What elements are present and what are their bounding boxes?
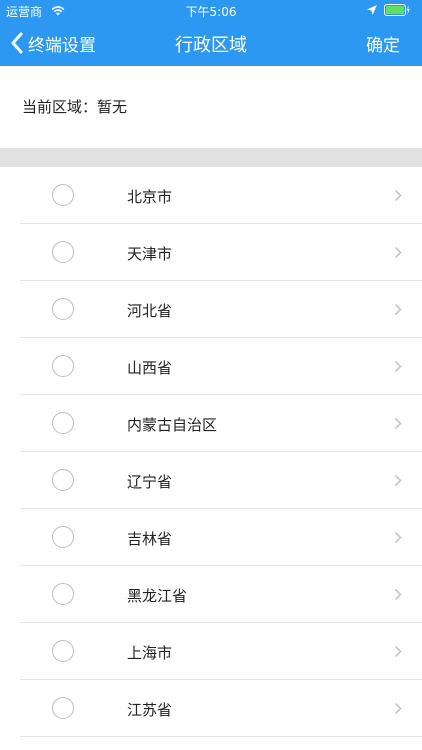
chevron-right-icon: [394, 531, 402, 544]
current-region-text: 当前区域：暂无: [22, 98, 128, 116]
list-item-label: 北京市: [127, 188, 173, 206]
list-item[interactable]: 内蒙古自治区: [0, 395, 422, 452]
list-item-label: 河北省: [127, 302, 173, 320]
radio-button[interactable]: [52, 412, 74, 434]
list-item[interactable]: 北京市: [0, 167, 422, 224]
header-bar: 运营商 下午5:06 终端设置 行政区域 确定: [0, 0, 422, 66]
list-item-label: 山西省: [127, 359, 173, 377]
list-item-label: 黑龙江省: [127, 587, 188, 605]
list-item-label: 上海市: [127, 644, 173, 662]
list-item-label: 内蒙古自治区: [127, 416, 218, 434]
radio-button[interactable]: [52, 640, 74, 662]
radio-button[interactable]: [52, 298, 74, 320]
chevron-right-icon: [394, 588, 402, 601]
list-item-label: 吉林省: [127, 530, 173, 548]
chevron-right-icon: [394, 417, 402, 430]
navigation-bar: 终端设置 行政区域 确定: [0, 20, 422, 66]
page-title: 行政区域: [175, 35, 247, 56]
list-item[interactable]: 吉林省: [0, 509, 422, 566]
list-item-label: 江苏省: [127, 701, 173, 719]
chevron-right-icon: [394, 702, 402, 715]
list-item[interactable]: 黑龙江省: [0, 566, 422, 623]
radio-button[interactable]: [52, 583, 74, 605]
list-item-label: 天津市: [127, 245, 173, 263]
chevron-right-icon: [394, 645, 402, 658]
list-item[interactable]: 河北省: [0, 281, 422, 338]
chevron-right-icon: [394, 360, 402, 373]
status-bar: 运营商 下午5:06: [0, 0, 422, 20]
current-region-section: 当前区域：暂无: [0, 66, 422, 148]
battery-icon: [384, 4, 410, 16]
radio-button[interactable]: [52, 697, 74, 719]
region-list: 北京市 天津市 河北省 山西省 内蒙古自治区 辽宁省 吉林省 黑龙江省 上海市 …: [0, 167, 422, 737]
list-item[interactable]: 天津市: [0, 224, 422, 281]
list-item[interactable]: 辽宁省: [0, 452, 422, 509]
radio-button[interactable]: [52, 526, 74, 548]
section-divider: [0, 148, 422, 167]
chevron-right-icon: [394, 189, 402, 202]
screen: 运营商 下午5:06 终端设置 行政区域 确定 当前区域：暂无 北京市 天津市 …: [0, 0, 422, 750]
chevron-right-icon: [394, 474, 402, 487]
chevron-right-icon: [394, 303, 402, 316]
list-item[interactable]: 上海市: [0, 623, 422, 680]
list-item-label: 辽宁省: [127, 473, 173, 491]
confirm-button[interactable]: 确定: [366, 31, 400, 56]
list-item[interactable]: 山西省: [0, 338, 422, 395]
radio-button[interactable]: [52, 469, 74, 491]
radio-button[interactable]: [52, 241, 74, 263]
list-item[interactable]: 江苏省: [0, 680, 422, 737]
location-arrow-icon: [367, 5, 377, 15]
status-time: 下午5:06: [185, 5, 237, 19]
chevron-right-icon: [394, 246, 402, 259]
row-separator: [20, 736, 422, 737]
radio-button[interactable]: [52, 355, 74, 377]
radio-button[interactable]: [52, 184, 74, 206]
